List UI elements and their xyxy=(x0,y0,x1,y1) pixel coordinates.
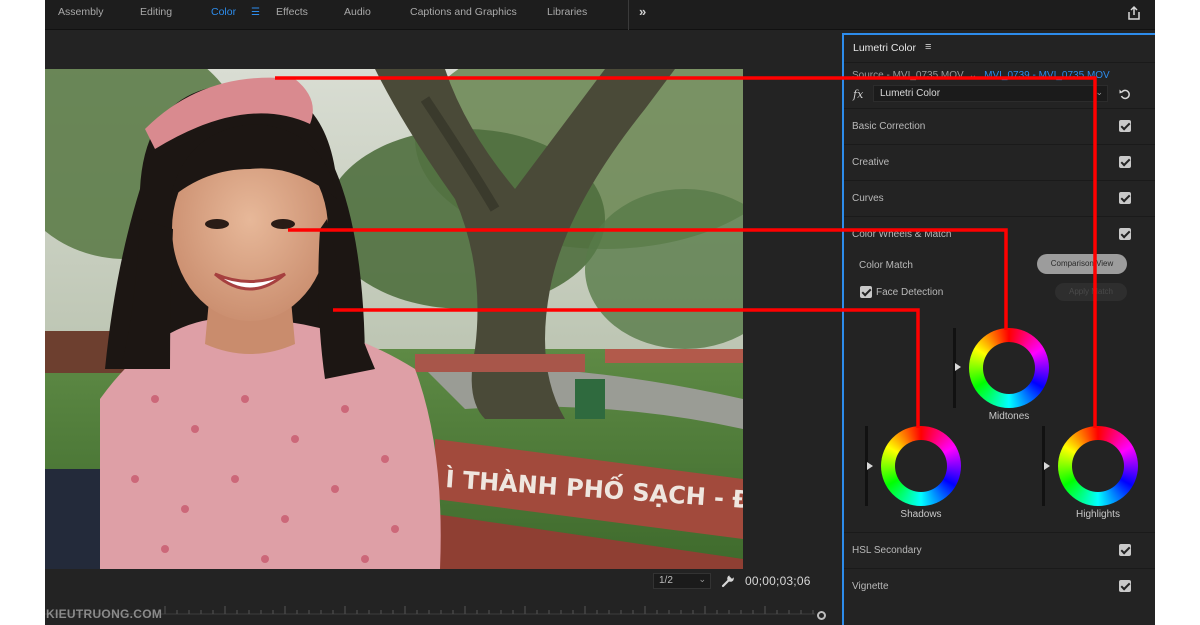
section-curves[interactable]: Curves xyxy=(844,180,1155,216)
section-label: Vignette xyxy=(852,581,889,592)
wheel-center xyxy=(1072,440,1124,492)
section-label: Basic Correction xyxy=(852,121,926,132)
tab-libraries[interactable]: Libraries xyxy=(547,6,587,18)
wheel-center xyxy=(983,342,1035,394)
tab-editing[interactable]: Editing xyxy=(140,6,172,18)
effect-row: fx Lumetri Color ⌄ xyxy=(844,82,1155,106)
panel-menu-icon[interactable]: ≡ xyxy=(925,41,931,53)
section-enable-checkbox[interactable] xyxy=(1119,228,1131,240)
panel-title[interactable]: Lumetri Color xyxy=(853,42,916,54)
sequence-clip-link[interactable]: MVI_0739 - MVI_0735.MOV xyxy=(984,70,1110,81)
timeline-end-handle[interactable] xyxy=(817,611,826,620)
workspace-bar: Assembly Editing Color ☰ Effects Audio C… xyxy=(45,0,1155,30)
midtones-color-wheel[interactable] xyxy=(969,328,1049,408)
clip-source-row: Source - MVI_0735.MOV ⌄ MVI_0739 - MVI_073… xyxy=(852,70,1110,81)
tab-effects[interactable]: Effects xyxy=(276,6,308,18)
double-chevron-right-icon[interactable]: » xyxy=(639,4,646,19)
video-preview[interactable]: Ì THÀNH PHỐ SẠCH - ĐẸ xyxy=(45,69,743,569)
shadows-slider-handle[interactable] xyxy=(867,462,873,470)
section-creative[interactable]: Creative xyxy=(844,144,1155,180)
highlights-label: Highlights xyxy=(1076,509,1120,520)
effect-select[interactable]: Lumetri Color ⌄ xyxy=(873,85,1108,102)
export-share-icon[interactable] xyxy=(1126,5,1142,21)
section-basic-correction[interactable]: Basic Correction xyxy=(844,108,1155,144)
comparison-view-button[interactable]: Comparison View xyxy=(1037,254,1127,274)
face-detection-label: Face Detection xyxy=(876,287,944,298)
section-enable-checkbox[interactable] xyxy=(1119,192,1131,204)
section-vignette[interactable]: Vignette xyxy=(844,568,1155,604)
section-enable-checkbox[interactable] xyxy=(1119,580,1131,592)
effect-select-value: Lumetri Color xyxy=(880,88,941,99)
section-label: HSL Secondary xyxy=(852,545,922,556)
workspace-menu-icon[interactable]: ☰ xyxy=(251,7,260,18)
shadows-label: Shadows xyxy=(900,509,942,520)
fx-icon[interactable]: fx xyxy=(853,88,863,101)
tab-captions-and-graphics[interactable]: Captions and Graphics xyxy=(410,6,517,18)
program-monitor: Ì THÀNH PHỐ SẠCH - ĐẸ 1/2 ⌄ 00;00;03;06 … xyxy=(45,31,840,625)
section-label: Curves xyxy=(852,193,884,204)
premiere-pro-window: Assembly Editing Color ☰ Effects Audio C… xyxy=(45,0,1155,625)
midtones-slider-handle[interactable] xyxy=(955,363,961,371)
chevron-down-icon[interactable]: ⌄ xyxy=(969,70,977,81)
highlights-color-wheel[interactable] xyxy=(1058,426,1138,506)
section-enable-checkbox[interactable] xyxy=(1119,544,1131,556)
section-label: Creative xyxy=(852,157,890,168)
source-clip-label[interactable]: Source - MVI_0735.MOV xyxy=(852,70,964,81)
section-color-wheels-match[interactable]: Color Wheels & Match xyxy=(844,216,1155,252)
workspace-divider xyxy=(628,0,629,30)
wheel-center xyxy=(895,440,947,492)
color-match-label: Color Match xyxy=(859,260,913,271)
wrench-icon[interactable] xyxy=(721,574,735,588)
tab-color[interactable]: Color xyxy=(211,6,236,18)
apply-match-button[interactable]: Apply Match xyxy=(1055,283,1127,301)
playback-resolution-select[interactable]: 1/2 ⌄ xyxy=(653,573,711,589)
section-enable-checkbox[interactable] xyxy=(1119,120,1131,132)
divider xyxy=(844,62,1155,63)
watermark-text: KIEUTRUONG.COM xyxy=(46,607,163,621)
section-enable-checkbox[interactable] xyxy=(1119,156,1131,168)
tab-assembly[interactable]: Assembly xyxy=(58,6,104,18)
highlights-slider-handle[interactable] xyxy=(1044,462,1050,470)
playback-resolution-value: 1/2 xyxy=(659,575,673,586)
chevron-down-icon: ⌄ xyxy=(698,574,706,584)
lumetri-color-panel: Lumetri Color ≡ Source - MVI_0735.MOV ⌄ MV… xyxy=(842,33,1155,625)
playhead-timecode[interactable]: 00;00;03;06 xyxy=(745,574,811,588)
face-detection-checkbox[interactable] xyxy=(860,286,872,298)
tab-audio[interactable]: Audio xyxy=(344,6,371,18)
midtones-label: Midtones xyxy=(988,411,1030,422)
reset-icon[interactable] xyxy=(1119,88,1131,100)
section-hsl-secondary[interactable]: HSL Secondary xyxy=(844,532,1155,568)
chevron-down-icon: ⌄ xyxy=(1095,87,1103,97)
shadows-color-wheel[interactable] xyxy=(881,426,961,506)
section-label: Color Wheels & Match xyxy=(852,229,952,240)
time-ruler[interactable] xyxy=(45,603,830,623)
video-frame-image: Ì THÀNH PHỐ SẠCH - ĐẸ xyxy=(45,69,743,569)
